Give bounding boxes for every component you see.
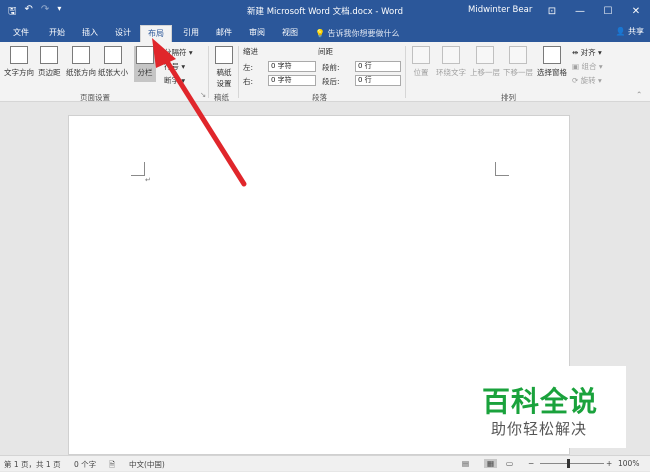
web-layout-icon[interactable]: ▭: [506, 459, 513, 468]
watermark-subtitle: 助你轻松解决: [491, 420, 588, 438]
zoom-slider-thumb[interactable]: [567, 459, 570, 468]
page-count[interactable]: 第 1 页，共 1 页: [4, 459, 61, 470]
watermark-title: 百科全说: [482, 385, 599, 418]
status-bar: 第 1 页，共 1 页 0 个字 🗎 中文(中国) ▤ ▦ ▭ − + 100%: [0, 455, 650, 471]
zoom-out-button[interactable]: −: [528, 459, 534, 468]
zoom-slider[interactable]: [540, 463, 604, 464]
word-count[interactable]: 0 个字: [74, 459, 96, 470]
print-layout-icon[interactable]: ▦: [484, 459, 498, 468]
zoom-level[interactable]: 100%: [618, 459, 639, 468]
proofing-icon[interactable]: 🗎: [109, 459, 115, 472]
read-mode-icon[interactable]: ▤: [462, 459, 469, 468]
language-indicator[interactable]: 中文(中国): [129, 459, 165, 470]
watermark: 百科全说 助你轻松解决: [472, 366, 626, 448]
zoom-in-button[interactable]: +: [606, 459, 612, 468]
